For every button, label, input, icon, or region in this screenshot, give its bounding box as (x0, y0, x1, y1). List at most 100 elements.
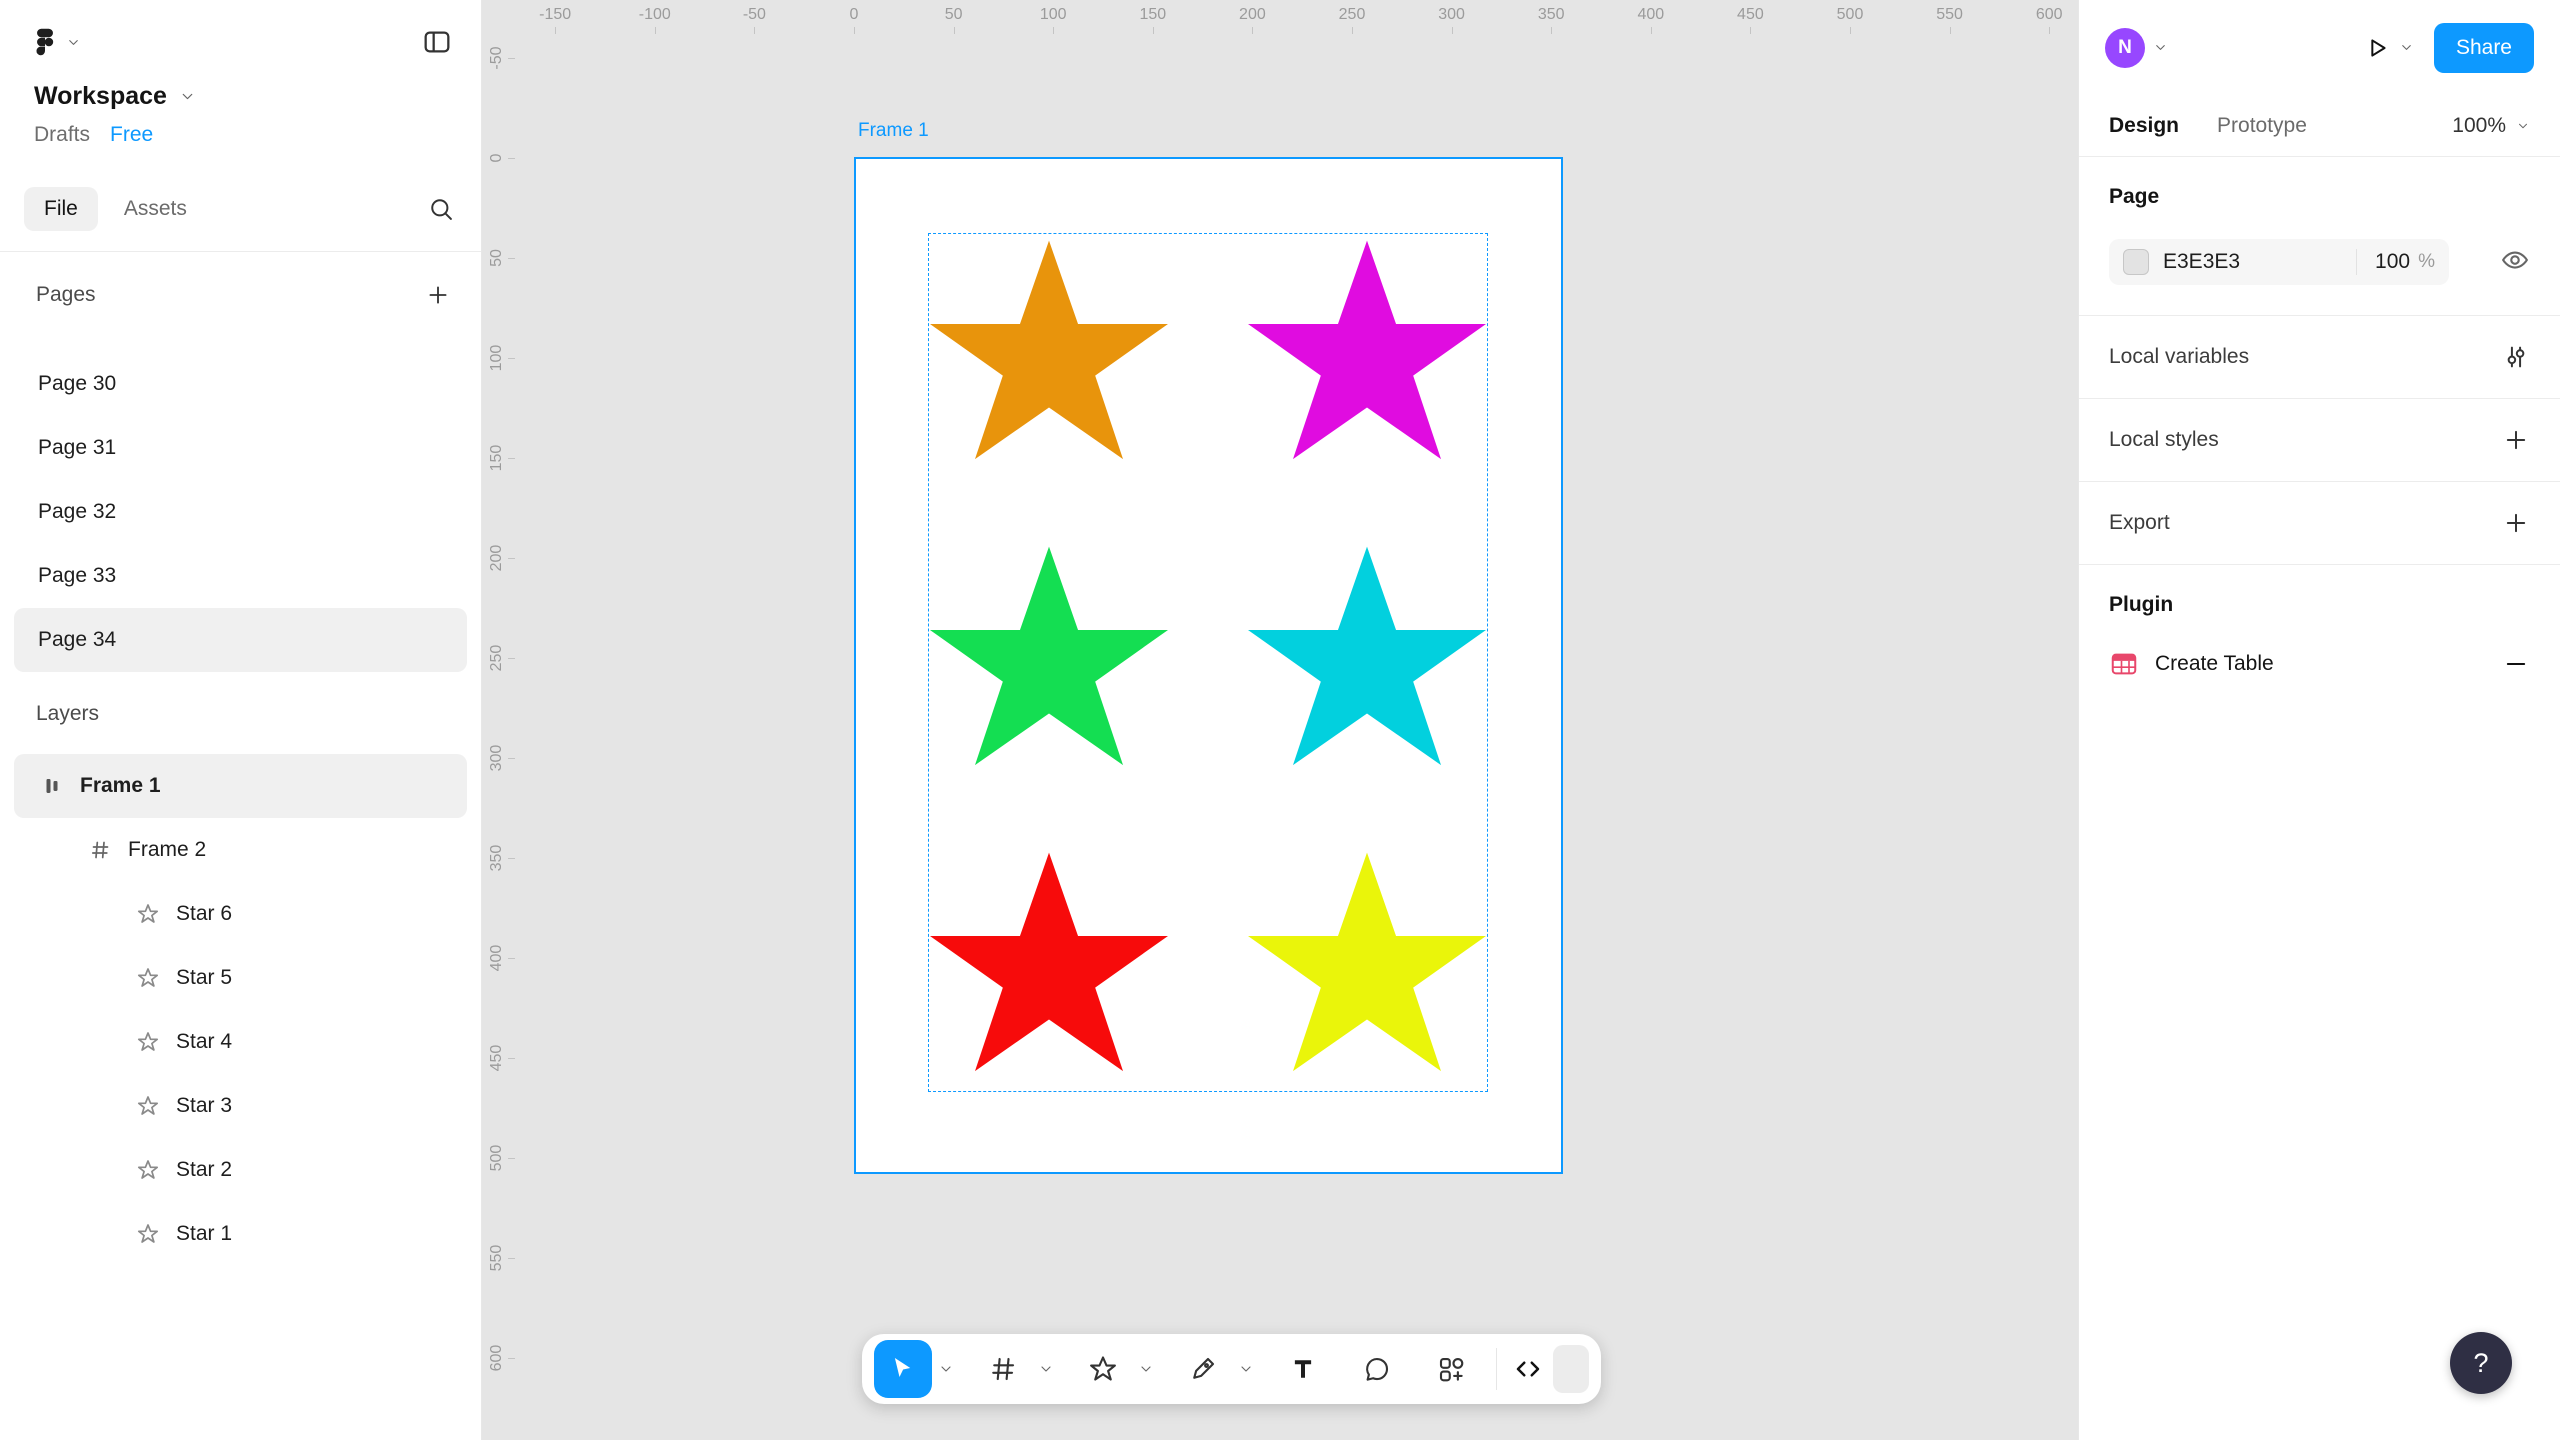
zoom-control[interactable]: 100% (2452, 114, 2530, 138)
share-button[interactable]: Share (2434, 23, 2534, 73)
page-item[interactable]: Page 30 (14, 352, 467, 416)
help-button[interactable]: ? (2450, 1332, 2512, 1394)
page-color-opacity[interactable]: 100 (2375, 250, 2410, 274)
collapse-sidebar-icon[interactable] (421, 26, 453, 58)
star-layer-icon (136, 1158, 160, 1182)
star-layer-icon (136, 1030, 160, 1054)
drafts-label[interactable]: Drafts (34, 123, 90, 147)
left-sidebar: Workspace Drafts Free File Assets Pages … (0, 0, 482, 1440)
page-item[interactable]: Page 31 (14, 416, 467, 480)
layers-list: Frame 1 Frame 2 (0, 754, 481, 1266)
frame-tool-icon (988, 1354, 1018, 1384)
star-magenta[interactable] (1248, 236, 1486, 464)
panel-section-row[interactable]: Local variables (2079, 316, 2560, 399)
chevron-down-icon (179, 88, 196, 105)
tab-design[interactable]: Design (2109, 114, 2179, 138)
visibility-eye-icon[interactable] (2500, 245, 2530, 275)
shape-tool-star-icon (1088, 1354, 1118, 1384)
comment-tool[interactable] (1348, 1340, 1406, 1398)
plan-badge[interactable]: Free (110, 123, 153, 147)
tool-dropdown-chevron[interactable] (934, 1340, 958, 1398)
star-layer-icon (136, 966, 160, 990)
star-yellow[interactable] (1248, 848, 1486, 1076)
plugin-name: Create Table (2155, 652, 2274, 676)
layer-item[interactable]: Star 6 (14, 882, 467, 946)
tab-file[interactable]: File (24, 187, 98, 231)
present-play-icon[interactable] (2363, 34, 2391, 62)
star-orange[interactable] (930, 236, 1168, 464)
panel-section-row[interactable]: Export (2079, 482, 2560, 565)
chevron-down-icon (1038, 1361, 1054, 1377)
avatar[interactable]: N (2105, 28, 2145, 68)
auto-layout-frame-icon (40, 774, 64, 798)
actions-tool[interactable] (1422, 1340, 1480, 1398)
chevron-down-icon (938, 1361, 954, 1377)
layer-item[interactable]: Frame 1 (14, 754, 467, 818)
workspace-name: Workspace (34, 82, 167, 111)
pen-tool-icon (1188, 1354, 1218, 1384)
plus-icon[interactable] (2502, 426, 2530, 454)
figma-logo-icon (34, 27, 56, 57)
dev-mode-toggle[interactable] (1513, 1345, 1589, 1393)
layer-item[interactable]: Frame 2 (14, 818, 467, 882)
tool-dropdown-chevron[interactable] (1034, 1340, 1058, 1398)
frame-tool[interactable] (974, 1340, 1032, 1398)
text-tool-icon (1288, 1354, 1318, 1384)
plugin-section-header: Plugin (2109, 593, 2530, 617)
tab-assets[interactable]: Assets (104, 187, 207, 231)
dev-mode-track (1553, 1345, 1589, 1393)
layer-item[interactable]: Star 1 (14, 1202, 467, 1266)
page-item[interactable]: Page 32 (14, 480, 467, 544)
opacity-unit: % (2418, 251, 2435, 273)
star-red[interactable] (930, 848, 1168, 1076)
toolbar-divider (1496, 1348, 1497, 1390)
page-color-field[interactable]: E3E3E3 100 % (2109, 239, 2449, 285)
canvas[interactable]: Frame 1 -150 -100 -50 0 50 (482, 0, 2078, 1440)
layer-item[interactable]: Star 3 (14, 1074, 467, 1138)
shape-tool[interactable] (1074, 1340, 1132, 1398)
frame-label[interactable]: Frame 1 (858, 120, 929, 142)
search-icon[interactable] (427, 195, 455, 223)
star-green[interactable] (930, 542, 1168, 770)
zoom-level: 100% (2452, 114, 2506, 138)
add-page-button[interactable] (425, 282, 451, 308)
tab-prototype[interactable]: Prototype (2217, 114, 2307, 138)
frame-2[interactable] (928, 233, 1488, 1092)
breadcrumb: Drafts Free (0, 123, 481, 147)
frame-1[interactable] (854, 157, 1563, 1174)
pen-tool[interactable] (1174, 1340, 1232, 1398)
page-color-hex[interactable]: E3E3E3 (2163, 250, 2240, 274)
layer-item[interactable]: Star 4 (14, 1010, 467, 1074)
text-tool[interactable] (1274, 1340, 1332, 1398)
actions-tool-icon (1436, 1354, 1466, 1384)
right-sidebar: N Share Design Prototype 100% Page E3E3E… (2078, 0, 2560, 1440)
layer-item[interactable]: Star 2 (14, 1138, 467, 1202)
create-table-icon (2109, 649, 2139, 679)
remove-plugin-minus-icon[interactable] (2502, 650, 2530, 678)
page-section-header: Page (2109, 185, 2530, 209)
chevron-down-icon[interactable] (2399, 40, 2414, 55)
star-layer-icon (136, 1222, 160, 1246)
cursor-icon (888, 1354, 918, 1384)
layer-item[interactable]: Star 5 (14, 946, 467, 1010)
field-divider (2356, 249, 2357, 275)
tool-dropdown-chevron[interactable] (1134, 1340, 1158, 1398)
plus-icon[interactable] (2502, 509, 2530, 537)
chevron-down-icon (1138, 1361, 1154, 1377)
pages-header: Pages (36, 283, 96, 307)
move-tool[interactable] (874, 1340, 932, 1398)
main-menu[interactable] (34, 27, 81, 57)
workspace-selector[interactable]: Workspace (0, 82, 481, 111)
plugin-item[interactable]: Create Table (2109, 649, 2530, 679)
chevron-down-icon[interactable] (2153, 40, 2168, 55)
page-item[interactable]: Page 33 (14, 544, 467, 608)
page-item[interactable]: Page 34 (14, 608, 467, 672)
star-cyan[interactable] (1248, 542, 1486, 770)
page-color-swatch[interactable] (2123, 249, 2149, 275)
frame-hash-icon (88, 838, 112, 862)
panel-section-row[interactable]: Local styles (2079, 399, 2560, 482)
layers-header: Layers (36, 702, 99, 726)
tool-dropdown-chevron[interactable] (1234, 1340, 1258, 1398)
adjust-sliders-icon[interactable] (2502, 343, 2530, 371)
panel-sections: Local variables Local styles Export (2079, 316, 2560, 565)
